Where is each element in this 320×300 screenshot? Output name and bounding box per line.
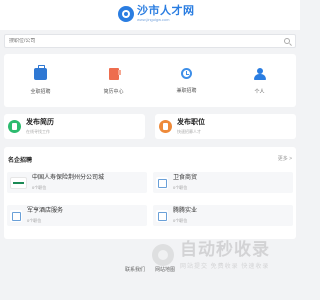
company-card[interactable]: 中国人寿保险荆州分公司城 0个职位 — [7, 172, 147, 193]
quick-nav: 全职招聘 简历中心 兼职招聘 个人 — [4, 54, 296, 107]
company-job-count: 0个职位 — [27, 217, 42, 223]
job-post-icon — [159, 120, 172, 133]
quick-item-resume[interactable]: 简历中心 — [77, 54, 150, 107]
company-job-count: 0个职位 — [32, 184, 47, 190]
resume-icon — [8, 120, 21, 133]
site-logo[interactable]: 沙市人才网 www.jinguigw.com — [118, 5, 195, 27]
watermark-overlay: 自动秒收录 网站提交 免费收录 快速收录 — [152, 234, 292, 276]
section-title: 名企招聘 — [8, 158, 33, 164]
watermark-logo-icon — [152, 244, 174, 266]
user-icon — [253, 68, 266, 80]
company-name: 中国人寿保险荆州分公司城 — [32, 174, 105, 181]
company-logo-icon — [10, 176, 27, 189]
search-bar[interactable] — [4, 34, 296, 48]
company-logo-icon — [10, 209, 22, 222]
quick-label: 全职招聘 — [30, 89, 51, 95]
company-card[interactable]: 卫食商贸 0个职位 — [153, 172, 293, 193]
quick-label: 个人 — [254, 89, 265, 95]
famous-companies-section: 名企招聘 更多 > 中国人寿保险荆州分公司城 0个职位 卫食商贸 0个职位 军亨… — [4, 147, 296, 239]
publish-resume-card[interactable]: 发布简历 在线寻找工作 — [4, 114, 145, 139]
company-name: 腾腾实业 — [173, 207, 198, 214]
clock-icon — [181, 68, 192, 79]
header-bar: 沙市人才网 www.jinguigw.com — [0, 0, 300, 30]
quick-label: 兼职招聘 — [176, 88, 197, 94]
document-icon — [108, 68, 121, 80]
company-logo-icon — [156, 176, 168, 189]
company-logo-icon — [156, 209, 168, 222]
logo-text: 沙市人才网 www.jinguigw.com — [137, 5, 195, 22]
quick-item-parttime[interactable]: 兼职招聘 — [150, 54, 223, 107]
publish-resume-title: 发布简历 — [26, 118, 54, 126]
company-card[interactable]: 腾腾实业 0个职位 — [153, 205, 293, 226]
watermark-subtitle: 网站提交 免费收录 快速收录 — [180, 264, 270, 270]
publish-resume-subtitle: 在线寻找工作 — [26, 128, 50, 134]
publish-job-card[interactable]: 发布职位 快速招募人才 — [155, 114, 296, 139]
quick-label: 简历中心 — [103, 89, 124, 95]
footer-link-contact[interactable]: 联系我们 — [125, 266, 145, 273]
search-input[interactable] — [9, 38, 279, 44]
more-link[interactable]: 更多 > — [278, 155, 292, 162]
company-name: 卫食商贸 — [173, 174, 198, 181]
company-job-count: 0个职位 — [173, 184, 188, 190]
publish-job-title: 发布职位 — [177, 118, 205, 126]
logo-mark-icon — [118, 6, 134, 22]
search-icon[interactable] — [284, 38, 290, 44]
watermark-title: 自动秒收录 — [180, 240, 270, 259]
quick-item-personal[interactable]: 个人 — [223, 54, 296, 107]
company-grid: 中国人寿保险荆州分公司城 0个职位 卫食商贸 0个职位 军亨酒店服务 0个职位 … — [7, 169, 293, 235]
logo-subtitle: www.jinguigw.com — [137, 17, 170, 22]
company-job-count: 0个职位 — [173, 217, 188, 223]
quick-item-fulltime[interactable]: 全职招聘 — [4, 54, 77, 107]
publish-job-subtitle: 快速招募人才 — [177, 128, 201, 134]
company-name: 军亨酒店服务 — [27, 207, 64, 214]
company-card[interactable]: 军亨酒店服务 0个职位 — [7, 205, 147, 226]
logo-title: 沙市人才网 — [137, 5, 195, 17]
briefcase-icon — [34, 65, 47, 80]
